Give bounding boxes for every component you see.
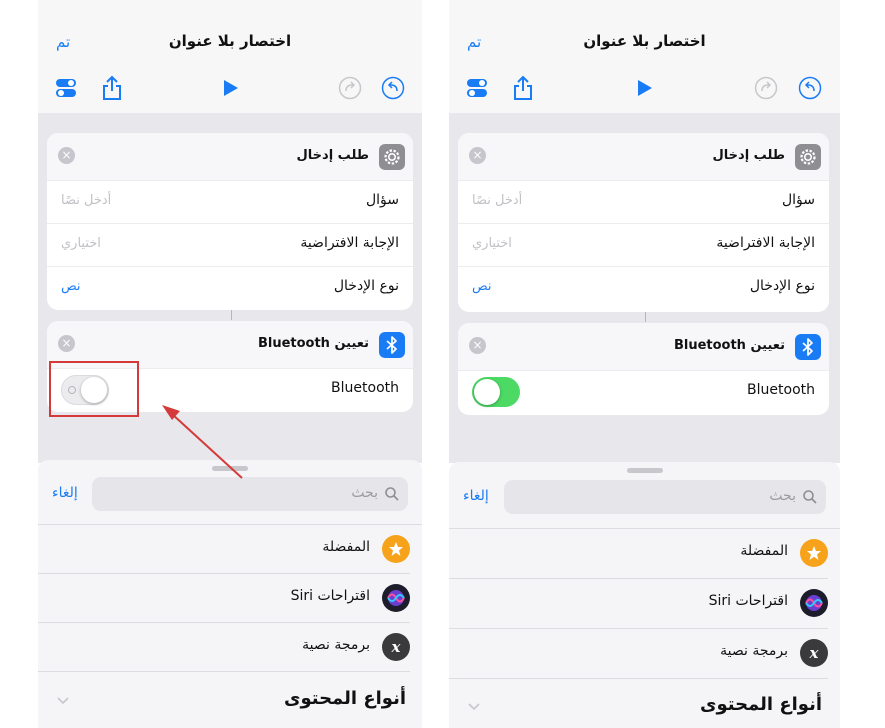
bluetooth-icon <box>795 334 821 360</box>
editor-area: طلب إدخال × سؤال أدخل نصًا الإجابة الافت… <box>449 113 840 463</box>
shortcut-title: اختصار بلا عنوان <box>583 32 706 50</box>
input-type-row[interactable]: نوع الإدخال نص <box>458 266 829 309</box>
cancel-button[interactable]: إلغاء <box>463 488 489 504</box>
redo-icon <box>336 74 364 102</box>
search-icon <box>385 487 399 501</box>
star-icon <box>382 535 410 563</box>
row-label: سؤال <box>365 192 399 208</box>
list-item-label: برمجة نصية <box>720 643 788 659</box>
list-item-siri-suggestions[interactable]: اقتراحات Siri <box>449 579 828 627</box>
input-type-value[interactable]: نص <box>61 279 81 294</box>
card-title: طلب إدخال <box>712 148 786 163</box>
panel-after: تم اختصار بلا عنوان طلب إدخال × سؤال أدخ… <box>449 0 840 728</box>
question-field[interactable]: أدخل نصًا <box>61 193 111 208</box>
card-title: طلب إدخال <box>296 148 370 163</box>
settings-toggles-icon[interactable] <box>52 74 80 102</box>
row-label: نوع الإدخال <box>749 278 815 294</box>
sheet-grabber[interactable] <box>212 466 248 471</box>
actions-sheet: إلغاء بحث المفضلة اقتراحات Siri x برمجة … <box>449 462 840 728</box>
share-icon[interactable] <box>98 74 126 102</box>
divider <box>449 678 828 679</box>
list-item-label: اقتراحات Siri <box>708 593 788 609</box>
redo-icon <box>752 74 780 102</box>
default-answer-field[interactable]: اختياري <box>472 236 512 251</box>
nav-bar: تم اختصار بلا عنوان <box>38 0 422 113</box>
siri-icon <box>800 589 828 617</box>
toggle-knob <box>474 379 500 405</box>
card-title: تعيين Bluetooth <box>673 338 785 353</box>
list-item-label: برمجة نصية <box>302 637 370 653</box>
list-item-label: المفضلة <box>322 539 370 555</box>
play-icon[interactable] <box>630 74 658 102</box>
search-placeholder: بحث <box>351 485 378 501</box>
bluetooth-row: Bluetooth <box>458 370 829 414</box>
bluetooth-icon <box>379 332 405 358</box>
shortcut-title: اختصار بلا عنوان <box>168 32 292 50</box>
set-bluetooth-card[interactable]: تعيين Bluetooth × Bluetooth <box>458 323 829 415</box>
list-item-scripting[interactable]: x برمجة نصية <box>449 629 828 677</box>
list-item-label: اقتراحات Siri <box>290 588 370 604</box>
ask-for-input-card[interactable]: طلب إدخال × سؤال أدخل نصًا الإجابة الافت… <box>458 133 829 312</box>
search-placeholder: بحث <box>769 488 796 504</box>
default-answer-row[interactable]: الإجابة الافتراضية اختياري <box>47 223 413 266</box>
list-item-scripting[interactable]: x برمجة نصية <box>38 623 410 671</box>
close-icon[interactable]: × <box>58 147 75 164</box>
input-type-value[interactable]: نص <box>472 279 492 294</box>
sheet-grabber[interactable] <box>627 468 663 473</box>
card-header: طلب إدخال × <box>47 133 413 180</box>
default-answer-field[interactable]: اختياري <box>61 236 101 251</box>
undo-icon[interactable] <box>379 74 407 102</box>
list-item-siri-suggestions[interactable]: اقتراحات Siri <box>38 574 410 622</box>
list-item-favorites[interactable]: المفضلة <box>449 529 828 577</box>
section-title-content-types: أنواع المحتوى <box>699 694 822 715</box>
siri-icon <box>382 584 410 612</box>
nav-bar: تم اختصار بلا عنوان <box>449 0 840 113</box>
row-label: Bluetooth <box>747 382 815 398</box>
settings-toggles-icon[interactable] <box>463 74 491 102</box>
undo-icon[interactable] <box>796 74 824 102</box>
search-icon <box>803 490 817 504</box>
chevron-down-icon[interactable] <box>467 702 481 712</box>
section-title-content-types: أنواع المحتوى <box>283 688 406 709</box>
row-label: سؤال <box>781 192 815 208</box>
row-label: نوع الإدخال <box>333 278 399 294</box>
bluetooth-toggle[interactable] <box>472 377 520 407</box>
close-icon[interactable]: × <box>469 147 486 164</box>
question-row[interactable]: سؤال أدخل نصًا <box>47 180 413 223</box>
row-label: الإجابة الافتراضية <box>300 235 399 251</box>
actions-sheet: إلغاء بحث المفضلة اقتراحات Siri x برمجة … <box>38 460 422 728</box>
input-type-row[interactable]: نوع الإدخال نص <box>47 266 413 309</box>
default-answer-row[interactable]: الإجابة الافتراضية اختياري <box>458 223 829 266</box>
card-header: تعيين Bluetooth × <box>458 323 829 370</box>
row-label: Bluetooth <box>331 380 399 396</box>
play-icon[interactable] <box>216 74 244 102</box>
search-input[interactable]: بحث <box>92 477 408 511</box>
question-row[interactable]: سؤال أدخل نصًا <box>458 180 829 223</box>
star-icon <box>800 539 828 567</box>
card-header: طلب إدخال × <box>458 133 829 180</box>
toggle-highlight-box <box>49 361 139 417</box>
search-input[interactable]: بحث <box>504 480 826 514</box>
row-label: الإجابة الافتراضية <box>716 235 815 251</box>
card-title: تعيين Bluetooth <box>257 336 369 351</box>
scripting-x-icon: x <box>382 633 410 661</box>
share-icon[interactable] <box>509 74 537 102</box>
ask-for-input-card[interactable]: طلب إدخال × سؤال أدخل نصًا الإجابة الافت… <box>47 133 413 310</box>
close-icon[interactable]: × <box>58 335 75 352</box>
scripting-x-icon: x <box>800 639 828 667</box>
close-icon[interactable]: × <box>469 337 486 354</box>
chevron-down-icon[interactable] <box>56 696 70 706</box>
cancel-button[interactable]: إلغاء <box>52 485 78 501</box>
list-item-favorites[interactable]: المفضلة <box>38 525 410 573</box>
gear-icon <box>795 144 821 170</box>
divider <box>38 671 410 672</box>
gear-icon <box>379 144 405 170</box>
question-field[interactable]: أدخل نصًا <box>472 193 522 208</box>
list-item-label: المفضلة <box>740 543 788 559</box>
